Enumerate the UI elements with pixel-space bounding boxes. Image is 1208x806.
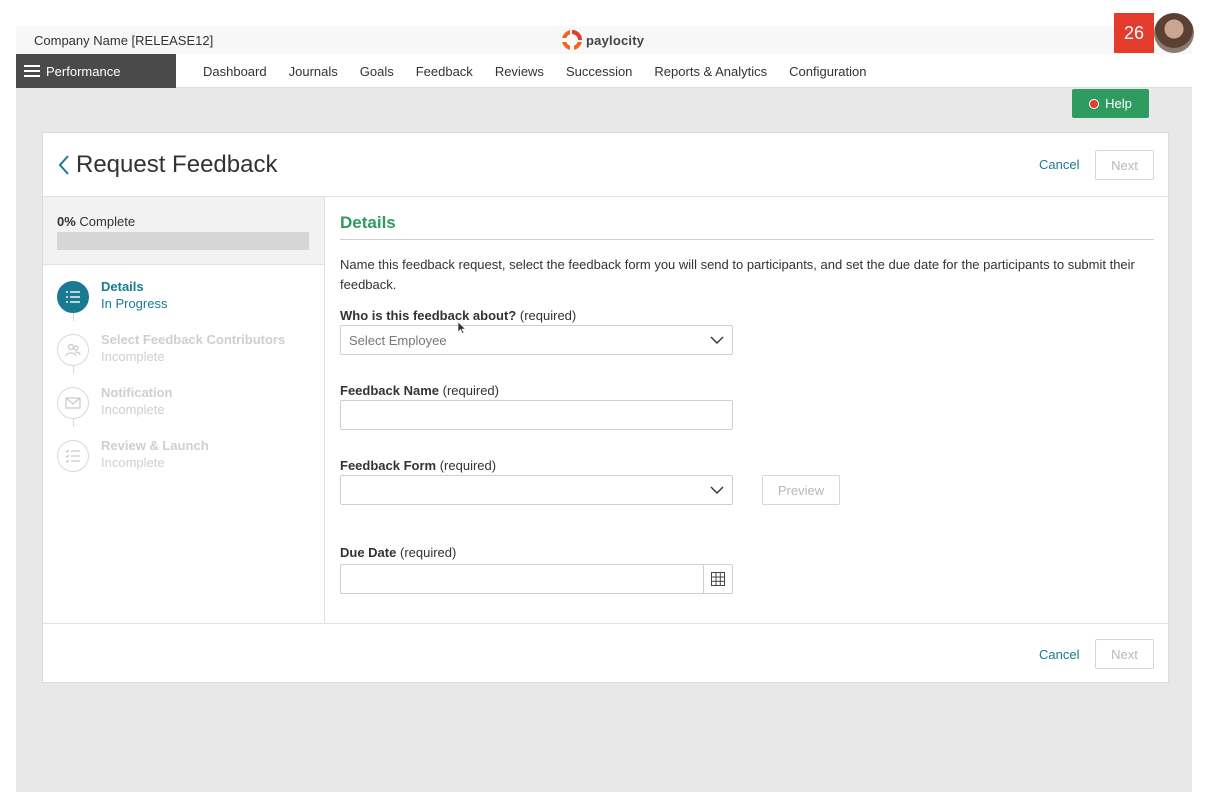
top-bar: Company Name [RELEASE12] paylocity xyxy=(16,26,1192,54)
employee-select[interactable]: Select Employee xyxy=(340,325,733,355)
feedback-name-required: (required) xyxy=(442,383,499,398)
step-review-launch[interactable]: Review & Launch Incomplete xyxy=(57,438,317,478)
details-form: Details Name this feedback request, sele… xyxy=(340,197,1154,623)
progress-panel: 0% Complete xyxy=(43,197,324,265)
nav-items: Dashboard Journals Goals Feedback Review… xyxy=(192,54,877,88)
progress-percent: 0% xyxy=(57,214,76,229)
nav-item-goals[interactable]: Goals xyxy=(349,64,405,79)
progress-text: 0% Complete xyxy=(57,214,135,229)
notification-badge[interactable]: 26 xyxy=(1114,13,1154,53)
card-footer: Cancel Next xyxy=(43,623,1168,683)
nav-item-configuration[interactable]: Configuration xyxy=(778,64,877,79)
step-select-feedback-contributors[interactable]: Select Feedback Contributors Incomplete xyxy=(57,332,317,372)
about-label: Who is this feedback about? (required) xyxy=(340,308,576,323)
nav-item-reports-analytics[interactable]: Reports & Analytics xyxy=(643,64,778,79)
logo-text: paylocity xyxy=(586,32,645,48)
due-date-label: Due Date (required) xyxy=(340,545,456,560)
chevron-down-icon xyxy=(710,336,724,344)
cancel-button-top[interactable]: Cancel xyxy=(1039,157,1079,172)
due-date-label-text: Due Date xyxy=(340,545,397,560)
nav-item-reviews[interactable]: Reviews xyxy=(484,64,555,79)
card-header: Request Feedback Cancel Next xyxy=(43,133,1168,197)
list-icon xyxy=(57,281,89,313)
step-notification[interactable]: Notification Incomplete xyxy=(57,385,317,425)
record-dot-icon xyxy=(1089,98,1100,109)
feedback-name-label: Feedback Name (required) xyxy=(340,383,499,398)
mouse-cursor-icon xyxy=(458,322,466,334)
people-icon xyxy=(57,334,89,366)
step-status: Incomplete xyxy=(101,402,165,417)
about-label-text: Who is this feedback about? xyxy=(340,308,517,323)
paylocity-logo-icon xyxy=(562,30,582,50)
preview-button[interactable]: Preview xyxy=(762,475,840,505)
calendar-button[interactable] xyxy=(703,565,732,593)
due-date-required: (required) xyxy=(399,545,457,560)
back-chevron-icon[interactable] xyxy=(57,153,71,177)
nav-item-feedback[interactable]: Feedback xyxy=(405,64,484,79)
employee-select-placeholder: Select Employee xyxy=(349,333,447,348)
nav-item-dashboard[interactable]: Dashboard xyxy=(192,64,278,79)
user-avatar[interactable] xyxy=(1154,13,1194,53)
main-nav: Performance Dashboard Journals Goals Fee… xyxy=(16,54,1192,88)
checklist-icon xyxy=(57,440,89,472)
progress-bar xyxy=(57,232,309,250)
step-title: Select Feedback Contributors xyxy=(101,332,286,347)
next-button-top[interactable]: Next xyxy=(1095,150,1154,180)
due-date-input[interactable] xyxy=(340,564,733,594)
module-label: Performance xyxy=(46,63,121,79)
step-status: Incomplete xyxy=(101,455,165,470)
section-title: Details xyxy=(340,213,396,232)
chevron-down-icon xyxy=(710,486,724,494)
section-divider xyxy=(340,239,1154,240)
nav-item-journals[interactable]: Journals xyxy=(278,64,349,79)
details-description: Name this feedback request, select the f… xyxy=(340,257,1135,292)
envelope-icon xyxy=(57,387,89,419)
step-status: Incomplete xyxy=(101,349,165,364)
nav-item-succession[interactable]: Succession xyxy=(555,64,643,79)
help-button[interactable]: Help xyxy=(1072,89,1149,118)
hamburger-icon xyxy=(24,65,40,77)
request-feedback-card: Request Feedback Cancel Next 0% Complete… xyxy=(42,132,1169,683)
feedback-name-input[interactable] xyxy=(340,400,733,430)
company-name: Company Name [RELEASE12] xyxy=(34,32,214,48)
feedback-form-label-text: Feedback Form xyxy=(340,458,437,473)
progress-complete-label: Complete xyxy=(79,214,136,229)
cancel-button-bottom[interactable]: Cancel xyxy=(1039,647,1079,662)
module-menu-button[interactable]: Performance xyxy=(16,54,176,88)
about-required: (required) xyxy=(519,308,577,323)
feedback-form-required: (required) xyxy=(439,458,497,473)
steps-sidebar: 0% Complete Details In Progress Select F… xyxy=(43,197,325,623)
step-status: In Progress xyxy=(101,296,168,311)
help-label: Help xyxy=(1105,96,1132,111)
calendar-icon xyxy=(711,572,725,586)
feedback-form-label: Feedback Form (required) xyxy=(340,458,496,473)
step-title: Details xyxy=(101,279,144,294)
step-title: Notification xyxy=(101,385,173,400)
step-title: Review & Launch xyxy=(101,438,209,453)
feedback-name-label-text: Feedback Name xyxy=(340,383,439,398)
paylocity-logo[interactable]: paylocity xyxy=(562,29,644,51)
step-details[interactable]: Details In Progress xyxy=(57,279,317,319)
feedback-form-select[interactable] xyxy=(340,475,733,505)
page-title: Request Feedback xyxy=(76,151,278,178)
next-button-bottom[interactable]: Next xyxy=(1095,639,1154,669)
